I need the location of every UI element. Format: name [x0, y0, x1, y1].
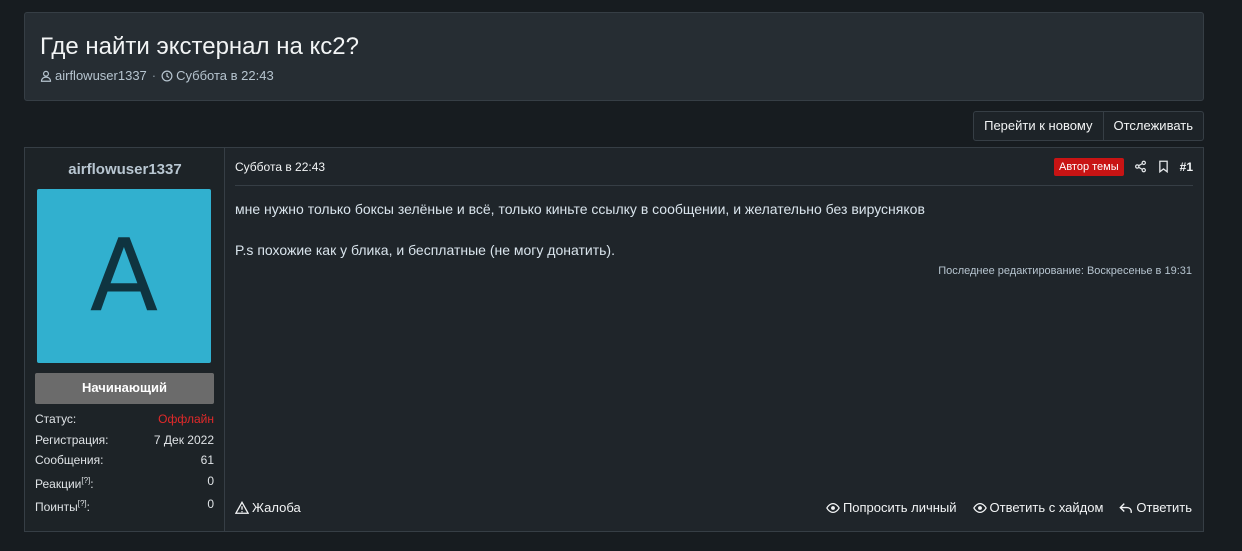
user-rank-banner: Начинающий	[35, 373, 214, 404]
post-message: airflowuser1337 A Начинающий Статус: Офф…	[24, 147, 1204, 532]
stat-label-text: Реакции	[35, 476, 82, 491]
thread-header: Где найти экстернал на кс2? airflowuser1…	[24, 12, 1204, 101]
stat-row-reactions: Реакции[?]: 0	[35, 471, 214, 495]
thread-date-link[interactable]: Суббота в 22:43	[176, 68, 274, 83]
reply-with-hide-button[interactable]: Ответить с хайдом	[972, 500, 1104, 515]
stat-label-text: Поинты	[35, 500, 78, 514]
post-number-link[interactable]: #1	[1180, 160, 1193, 174]
stat-value: Оффлайн	[158, 412, 214, 426]
thread-author-link[interactable]: airflowuser1337	[55, 68, 147, 83]
help-link[interactable]: [?]	[81, 476, 90, 485]
stat-row-status: Статус: Оффлайн	[35, 409, 214, 430]
stat-row-messages: Сообщения: 61	[35, 450, 214, 471]
stat-row-registration: Регистрация: 7 Дек 2022	[35, 430, 214, 451]
stat-label-colon: :	[90, 476, 94, 491]
meta-separator: ·	[151, 68, 157, 83]
share-icon[interactable]	[1134, 160, 1147, 173]
thread-title: Где найти экстернал на кс2?	[40, 33, 359, 60]
username-link[interactable]: airflowuser1337	[25, 161, 225, 178]
stat-label: Реакции[?]:	[35, 471, 94, 495]
post-body: мне нужно только боксы зелёные и всё, то…	[235, 199, 925, 260]
warning-icon	[235, 500, 249, 514]
eye-icon	[972, 502, 987, 513]
thread-meta: airflowuser1337 · Суббота в 22:43	[40, 68, 274, 83]
user-icon	[40, 70, 52, 82]
reply-with-hide-label: Ответить с хайдом	[989, 500, 1104, 515]
watch-button[interactable]: Отслеживать	[1102, 112, 1203, 140]
post-date-link[interactable]: Суббота в 22:43	[235, 160, 325, 174]
reply-button[interactable]: Ответить	[1119, 500, 1192, 515]
user-stats: Статус: Оффлайн Регистрация: 7 Дек 2022 …	[35, 409, 214, 518]
stat-value: 0	[207, 497, 214, 511]
avatar[interactable]: A	[37, 189, 211, 363]
avatar-letter: A	[89, 217, 159, 334]
post-paragraph: P.s похожие как у блика, и бесплатные (н…	[235, 242, 615, 258]
stat-label: Сообщения:	[35, 453, 104, 467]
stat-label: Поинты[?]:	[35, 494, 90, 518]
last-edited-note: Последнее редактирование: Воскресенье в …	[938, 265, 1192, 277]
stat-value: 0	[207, 473, 214, 488]
post-tools: Автор темы #1	[1053, 157, 1193, 176]
stat-label: Регистрация:	[35, 432, 109, 447]
help-link[interactable]: [?]	[78, 499, 87, 508]
ask-private-label: Попросить личный	[842, 500, 957, 515]
eye-icon	[826, 502, 840, 513]
post-footer-left: Жалоба	[235, 500, 301, 515]
bookmark-icon[interactable]	[1157, 160, 1170, 173]
thread-actions: Перейти к новому Отслеживать	[973, 111, 1204, 141]
author-badge: Автор темы	[1053, 157, 1124, 176]
reply-icon	[1119, 502, 1133, 513]
user-sidebar: airflowuser1337 A Начинающий Статус: Офф…	[25, 148, 225, 531]
post-paragraph: мне нужно только боксы зелёные и всё, то…	[235, 201, 925, 217]
post-header: Суббота в 22:43 Автор темы #1	[235, 148, 1193, 186]
stat-row-points: Поинты[?]: 0	[35, 494, 214, 518]
stat-value: 7 Дек 2022	[153, 432, 214, 447]
stat-label: Статус:	[35, 412, 77, 426]
go-to-new-button[interactable]: Перейти к новому	[974, 112, 1102, 140]
stat-value[interactable]: 61	[201, 450, 214, 471]
ask-private-button[interactable]: Попросить личный	[826, 500, 957, 515]
post-main: Суббота в 22:43 Автор темы #1 мне нужно …	[225, 148, 1203, 531]
post-footer: Жалоба Попросить личный Ответить с хайдо…	[235, 500, 1192, 515]
clock-icon	[161, 70, 173, 81]
report-label: Жалоба	[252, 500, 301, 515]
reply-label: Ответить	[1136, 500, 1192, 515]
report-button[interactable]: Жалоба	[235, 500, 301, 515]
post-footer-right: Попросить личный Ответить с хайдом Ответ…	[826, 500, 1192, 515]
stat-label-colon: :	[86, 500, 90, 514]
